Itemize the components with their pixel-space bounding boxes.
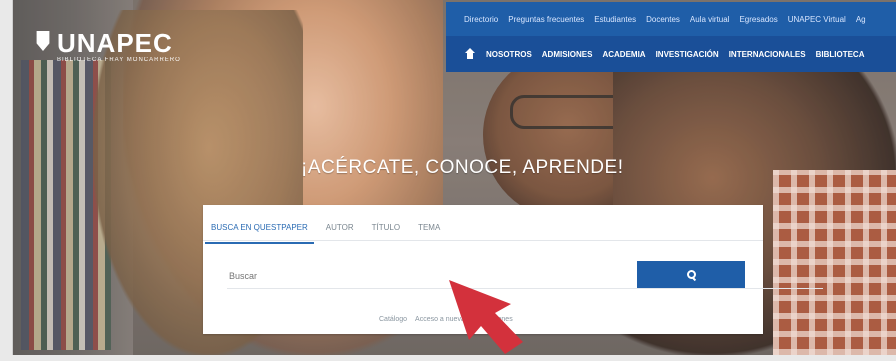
tab-autor[interactable]: AUTOR — [326, 217, 354, 238]
tab-titulo[interactable]: TÍTULO — [372, 217, 400, 238]
top-utility-bar: Directorio Preguntas frecuentes Estudian… — [446, 2, 896, 36]
topbar-link-directorio[interactable]: Directorio — [464, 15, 498, 24]
topbar-link-egresados[interactable]: Egresados — [739, 15, 777, 24]
page-frame: UNAPEC BIBLIOTECA FRAY MONCARRERO Direct… — [12, 0, 896, 355]
nav-nosotros[interactable]: NOSOTROS — [486, 50, 532, 59]
nav-internacionales[interactable]: INTERNACIONALES — [729, 50, 806, 59]
tab-tema[interactable]: TEMA — [418, 217, 440, 238]
brand-subtitle: BIBLIOTECA FRAY MONCARRERO — [57, 57, 181, 63]
search-tabs: BUSCA EN QUESTPAPER AUTOR TÍTULO TEMA — [205, 213, 440, 244]
home-icon[interactable] — [464, 48, 476, 60]
topbar-link-ag[interactable]: Ag — [856, 15, 866, 24]
search-button[interactable] — [637, 261, 745, 288]
main-navigation: NOSOTROS ADMISIONES ACADEMIA INVESTIGACI… — [446, 36, 896, 72]
shield-icon — [36, 31, 50, 51]
topbar-link-faq[interactable]: Preguntas frecuentes — [508, 15, 584, 24]
tabs-divider — [203, 240, 763, 241]
topbar-link-estudiantes[interactable]: Estudiantes — [594, 15, 636, 24]
brand-name: UNAPEC — [57, 28, 173, 58]
nav-academia[interactable]: ACADEMIA — [602, 50, 645, 59]
tab-questpaper[interactable]: BUSCA EN QUESTPAPER — [205, 217, 314, 244]
hero-heading: ¡ACÉRCATE, CONOCE, APRENDE! — [301, 157, 624, 178]
nav-investigacion[interactable]: INVESTIGACIÓN — [656, 50, 719, 59]
topbar-link-unapec-virtual[interactable]: UNAPEC Virtual — [788, 15, 846, 24]
nav-biblioteca[interactable]: BIBLIOTECA — [816, 50, 865, 59]
search-icon — [686, 270, 696, 279]
site-logo[interactable]: UNAPEC BIBLIOTECA FRAY MONCARRERO — [35, 28, 215, 68]
topbar-link-aula-virtual[interactable]: Aula virtual — [690, 15, 730, 24]
topbar-link-docentes[interactable]: Docentes — [646, 15, 680, 24]
nav-admisiones[interactable]: ADMISIONES — [542, 50, 593, 59]
pointer-arrow-icon — [449, 280, 523, 354]
catalog-link[interactable]: Catálogo — [379, 316, 407, 323]
